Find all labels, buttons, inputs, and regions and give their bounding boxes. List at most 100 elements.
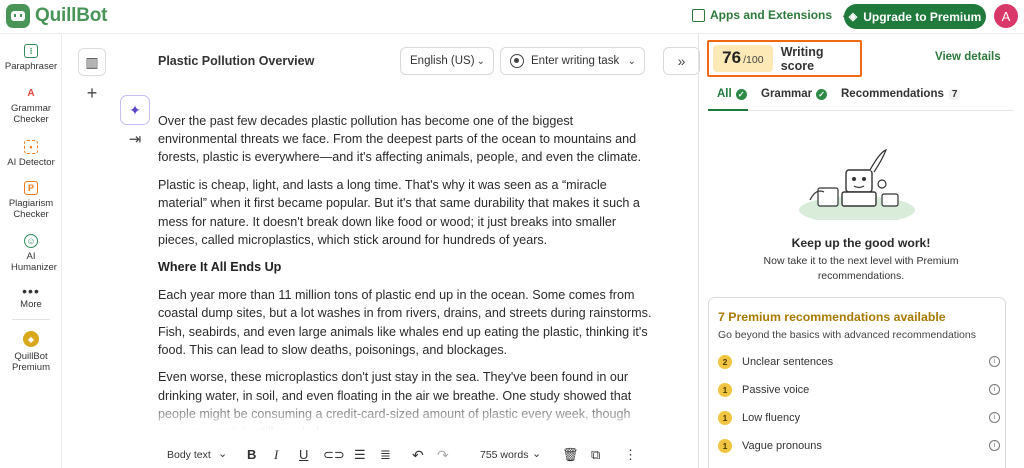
recommendation-label: Passive voice <box>742 384 810 396</box>
sidebar-item-label: AI Detector <box>7 157 55 168</box>
recommendation-item[interactable]: 1 Low fluency i <box>718 409 1000 427</box>
info-icon[interactable]: i <box>989 440 1000 451</box>
brand-name: QuillBot <box>35 5 108 26</box>
recommendations-count: 7 <box>948 88 961 100</box>
recommendation-item[interactable]: 1 Vague pronouns i <box>718 437 1000 455</box>
sidebar-panel-icon: ▥ <box>85 53 99 70</box>
check-icon: ✓ <box>735 88 747 100</box>
grammar-icon: A <box>27 87 35 99</box>
editor-paragraph[interactable]: Over the past few decades plastic pollut… <box>158 112 652 167</box>
score-value: 76 <box>722 48 742 67</box>
apps-extensions-label: Apps and Extensions <box>710 8 833 22</box>
undo-icon[interactable]: ↶ <box>412 447 424 464</box>
italic-button[interactable]: I <box>274 447 278 463</box>
apps-extensions-menu[interactable]: Apps and Extensions ⌄ <box>692 8 849 22</box>
bold-button[interactable]: B <box>247 447 256 462</box>
ai-sparkle-button[interactable]: ✦ <box>120 95 150 125</box>
editor-paragraph[interactable]: Plastic is cheap, light, and lasts a lon… <box>158 176 652 249</box>
writer-robot-illustration <box>799 149 915 220</box>
editor-fade-overlay <box>150 398 670 436</box>
upgrade-premium-button[interactable]: ◈ Upgrade to Premium <box>844 4 986 29</box>
left-sidebar: ⁝ Paraphraser A Grammar Checker • AI Det… <box>0 34 62 468</box>
collapse-panel-button[interactable]: » <box>663 47 700 75</box>
sidebar-item-grammar-checker[interactable]: A Grammar Checker <box>0 86 62 126</box>
recommendation-count: 1 <box>718 411 732 425</box>
plagiarism-icon: P <box>24 181 38 195</box>
tab-label: Grammar <box>761 88 813 100</box>
premium-recommendations-card: 7 Premium recommendations available Go b… <box>708 297 1006 468</box>
double-chevron-right-icon: » <box>677 53 686 69</box>
underline-button[interactable]: U <box>299 447 308 462</box>
bullet-list-icon[interactable]: ☰ <box>354 447 366 463</box>
numbered-list-icon[interactable]: ≣ <box>380 447 391 463</box>
format-toolbar: Body text ⌄ B I U ⊂⊃ ☰ ≣ ↶ ↷ 755 words ⌄… <box>150 441 670 468</box>
add-button[interactable]: + <box>78 79 106 107</box>
sidebar-item-ai-humanizer[interactable]: ☺ AI Humanizer <box>0 234 62 273</box>
view-details-link[interactable]: View details <box>935 51 1001 63</box>
copy-icon[interactable]: ⧉ <box>591 447 600 463</box>
diamond-icon: ◈ <box>848 11 858 23</box>
sidebar-item-plagiarism-checker[interactable]: P Plagiarism Checker <box>0 181 62 220</box>
info-icon[interactable]: i <box>989 384 1000 395</box>
top-bar: QuillBot Apps and Extensions ⌄ ◈ Upgrade… <box>0 0 1024 34</box>
sparkle-icon: ✦ <box>129 101 141 118</box>
language-value: English (US) <box>410 55 475 67</box>
recommendation-label: Vague pronouns <box>742 440 822 452</box>
writing-score-box[interactable]: 76 /100 Writing score <box>707 40 862 77</box>
recommendation-item[interactable]: 2 Unclear sentences i <box>718 353 1000 371</box>
sidebar-item-ai-detector[interactable]: • AI Detector <box>0 140 62 168</box>
chevron-down-icon: ⌄ <box>627 56 636 67</box>
active-tab-indicator <box>708 109 748 111</box>
check-icon: ✓ <box>816 88 828 100</box>
tab-grammar[interactable]: Grammar ✓ <box>761 88 828 100</box>
ai-detector-icon: • <box>24 140 38 154</box>
recommendation-count: 1 <box>718 383 732 397</box>
plus-icon: + <box>86 82 98 103</box>
quillbot-logo[interactable]: QuillBot <box>6 4 107 28</box>
recommendation-item[interactable]: 1 Passive voice i <box>718 381 1000 399</box>
writing-score-label: Writing score <box>780 44 824 73</box>
tab-recommendations[interactable]: Recommendations 7 <box>841 88 961 100</box>
chevron-down-icon[interactable]: ⌄ <box>532 447 541 460</box>
info-icon[interactable]: i <box>989 356 1000 367</box>
writing-task-select[interactable]: Enter writing task ⌄ <box>500 47 645 75</box>
trash-icon[interactable]: 🗑 <box>562 447 579 463</box>
sidebar-item-quillbot-premium[interactable]: ◆ QuillBot Premium <box>0 331 62 373</box>
recommendation-label: Unclear sentences <box>742 356 834 368</box>
suggestion-tabs: All ✓ Grammar ✓ Recommendations 7 <box>708 85 1014 111</box>
premium-card-subtitle: Go beyond the basics with advanced recom… <box>718 329 976 341</box>
sidebar-item-paraphraser[interactable]: ⁝ Paraphraser <box>0 44 62 72</box>
recommendation-label: Low fluency <box>742 412 801 424</box>
tab-all[interactable]: All ✓ <box>717 88 747 100</box>
editor-paragraph[interactable]: Each year more than 11 million tons of p… <box>158 286 652 359</box>
sidebar-item-label: Plagiarism Checker <box>8 198 54 220</box>
quillbot-robot-icon <box>6 4 30 28</box>
editor-heading[interactable]: Where It All Ends Up <box>158 258 652 276</box>
panel-toggle-button[interactable]: ▥ <box>78 48 106 76</box>
link-icon[interactable]: ⊂⊃ <box>323 447 345 463</box>
word-count-select[interactable]: 755 words <box>480 449 528 461</box>
sidebar-item-label: Grammar Checker <box>10 103 52 125</box>
tab-label: All <box>717 88 732 100</box>
score-pill: 76 /100 <box>713 45 773 72</box>
document-title[interactable]: Plastic Pollution Overview <box>158 54 314 68</box>
more-vertical-icon[interactable]: ⋮ <box>624 447 637 463</box>
good-work-title: Keep up the good work! <box>791 236 931 250</box>
avatar[interactable]: A <box>994 4 1018 28</box>
sidebar-item-label: QuillBot Premium <box>11 351 50 373</box>
language-select[interactable]: English (US) ⌄ <box>400 47 494 75</box>
chevron-down-icon[interactable]: ⌄ <box>218 447 227 460</box>
score-max: /100 <box>743 54 764 66</box>
sidebar-item-more[interactable]: ••• More <box>0 283 62 310</box>
sidebar-item-label: More <box>20 299 42 310</box>
sidebar-divider <box>12 319 50 320</box>
puzzle-icon <box>692 8 705 22</box>
ai-continue-button[interactable]: ⇥ <box>120 126 150 152</box>
more-dots-icon: ••• <box>22 283 40 299</box>
info-icon[interactable]: i <box>989 412 1000 423</box>
chevron-down-icon: ⌄ <box>476 56 485 67</box>
recommendation-count: 1 <box>718 439 732 453</box>
redo-icon[interactable]: ↷ <box>437 447 449 464</box>
text-style-select[interactable]: Body text <box>167 449 211 461</box>
premium-card-title: 7 Premium recommendations available <box>718 310 946 324</box>
